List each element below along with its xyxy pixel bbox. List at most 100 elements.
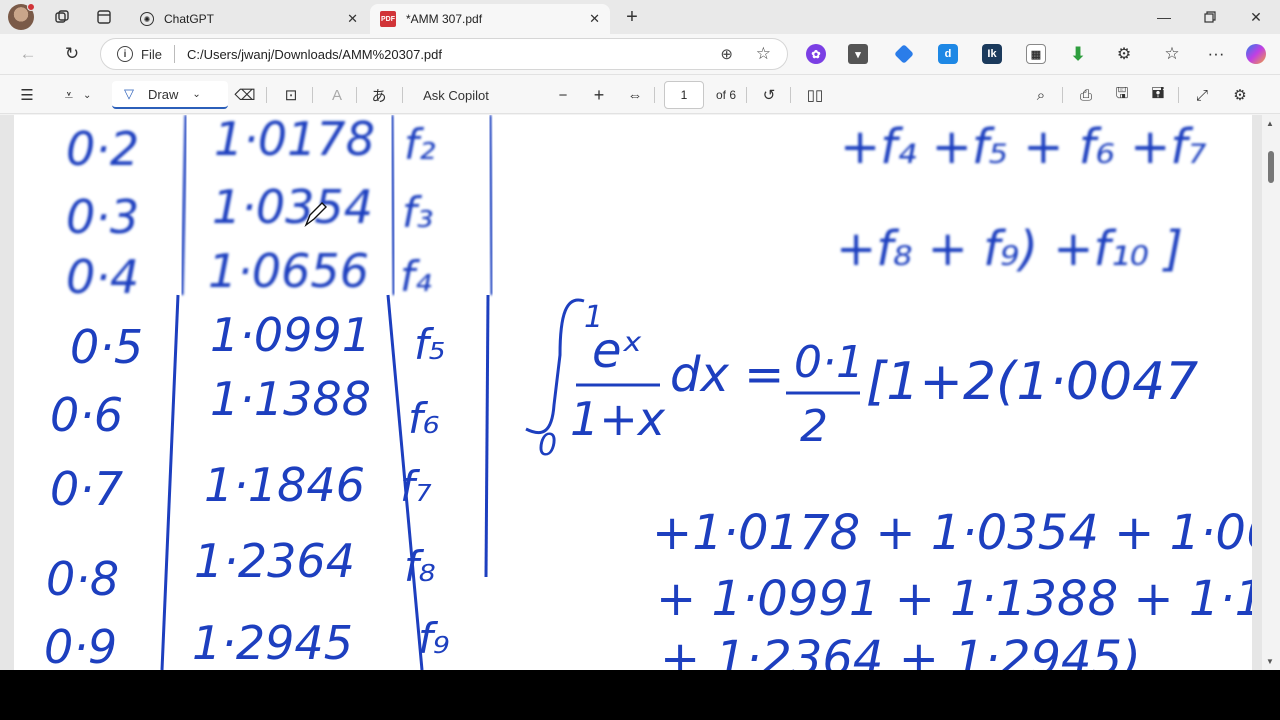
qr-extension-icon[interactable]: ▦ [1026, 44, 1046, 64]
save-icon[interactable]: 🖫 [1110, 83, 1134, 107]
tab-pdf[interactable]: PDF *AMM 307.pdf ✕ [370, 4, 610, 34]
table-line [180, 115, 188, 296]
browser-window: ✺ ChatGPT ✕ PDF *AMM 307.pdf ✕ + — ✕ ← ↻… [0, 0, 1280, 670]
zoom-in-icon[interactable]: + [588, 83, 610, 107]
table-line [390, 115, 396, 296]
scheme-label: File [141, 46, 162, 62]
tab-label: *AMM 307.pdf [406, 12, 483, 26]
formula-continuation: +f₄ +f₅ + f₆ +f₇ [840, 119, 1206, 175]
formula-continuation: +f₈ + f₉) +f₁₀ ] [836, 221, 1183, 277]
divider [1178, 87, 1179, 103]
table-x-value: 0·9 [44, 620, 117, 670]
close-icon[interactable]: ✕ [589, 11, 600, 27]
pen-icon: ▽ [124, 86, 134, 101]
scroll-down-icon[interactable]: ▼ [1266, 657, 1274, 666]
new-tab-button[interactable]: + [618, 5, 646, 29]
fit-width-icon[interactable]: ⇔ [624, 83, 646, 107]
table-line [484, 294, 490, 578]
extensions-icon[interactable]: ⚙ [1110, 42, 1138, 66]
notification-dot [27, 3, 35, 11]
table-x-value: 0·4 [66, 250, 139, 304]
page-view-icon[interactable]: ▯▯ [802, 83, 828, 107]
table-f-label: f₂ [404, 120, 436, 169]
settings-gear-icon[interactable]: ⚙ [1228, 83, 1252, 107]
chevron-down-icon: ⌄ [192, 88, 201, 100]
table-line [160, 294, 180, 670]
pocket-extension-icon[interactable]: ▾ [848, 44, 868, 64]
contents-icon[interactable]: ☰ [14, 83, 40, 107]
table-x-value: 0·3 [66, 190, 139, 244]
url-text[interactable]: C:/Users/jwanj/Downloads/AMM%20307.pdf [187, 47, 442, 62]
profile-avatar[interactable] [8, 3, 35, 30]
chatgpt-favicon-icon: ✺ [140, 12, 154, 26]
zoom-out-icon[interactable]: − [552, 83, 574, 107]
page-number-input[interactable]: 1 [664, 81, 704, 109]
workspaces-icon[interactable] [48, 5, 76, 29]
fraction-denominator: 2 [800, 401, 828, 452]
restore-icon[interactable] [1190, 5, 1230, 29]
download-extension-icon[interactable]: ⬇ [1068, 44, 1088, 64]
close-window-icon[interactable]: ✕ [1236, 5, 1276, 29]
table-f-label: f₈ [404, 542, 436, 591]
divider [402, 87, 403, 103]
diamond-extension-icon[interactable] [894, 44, 914, 64]
search-icon[interactable]: ⌕ [1030, 83, 1052, 107]
refresh-icon[interactable]: ↻ [58, 42, 86, 66]
info-icon[interactable]: i [117, 46, 133, 62]
tab-actions-icon[interactable] [90, 5, 118, 29]
copilot-icon[interactable] [1246, 44, 1266, 64]
draw-button[interactable]: ▽ Draw ⌄ [112, 81, 228, 109]
favorite-star-icon[interactable]: ☆ [756, 44, 771, 64]
navigation-bar: ← ↻ i File C:/Users/jwanj/Downloads/AMM%… [0, 34, 1280, 74]
sum-line: + 1·0991 + 1·1388 + 1·1846 [656, 571, 1252, 627]
read-aloud-icon[interactable]: A [324, 83, 350, 107]
document-viewport[interactable]: 0·2 0·3 0·4 0·5 0·6 0·7 0·8 0·9 1·0178 1… [0, 115, 1262, 670]
pdf-favicon-icon: PDF [380, 11, 396, 27]
tab-chatgpt[interactable]: ✺ ChatGPT ✕ [130, 4, 368, 34]
table-x-value: 0·8 [46, 552, 119, 606]
zoom-icon[interactable]: ⊕ [720, 45, 733, 63]
d-extension-icon[interactable]: d [938, 44, 958, 64]
integral-rhs: dx = [670, 347, 784, 403]
more-menu-icon[interactable]: ··· [1202, 42, 1230, 66]
scroll-up-icon[interactable]: ▲ [1266, 119, 1274, 128]
table-x-value: 0·6 [50, 388, 123, 442]
divider [356, 87, 357, 103]
grammar-extension-icon[interactable]: Ik [982, 44, 1002, 64]
pdf-page[interactable]: 0·2 0·3 0·4 0·5 0·6 0·7 0·8 0·9 1·0178 1… [14, 115, 1262, 670]
print-icon[interactable]: ⎙ [1074, 83, 1098, 107]
table-f-label: f₅ [414, 320, 446, 369]
table-f-label: f₆ [408, 394, 440, 443]
rotate-icon[interactable]: ↺ [758, 83, 780, 107]
ask-copilot-button[interactable]: Ask Copilot [414, 83, 498, 107]
draw-label: Draw [148, 86, 179, 102]
scroll-thumb[interactable] [1268, 151, 1274, 183]
save-as-icon[interactable]: 🖬 [1146, 83, 1170, 107]
table-f-label: f₇ [400, 462, 432, 511]
table-x-value: 0·7 [50, 462, 123, 516]
highlight-icon[interactable]: ⩡ ⌄ [56, 83, 100, 107]
table-y-value: 1·0991 [210, 308, 371, 362]
divider [790, 87, 791, 103]
page-total-label: of 6 [715, 88, 736, 102]
text-box-icon[interactable]: ⊡ [278, 83, 304, 107]
back-arrow-icon[interactable]: ← [14, 42, 42, 66]
table-y-value: 1·0178 [214, 115, 375, 166]
sum-line: + 1·2364 + 1·2945) [660, 631, 1141, 670]
table-f-label: f₄ [400, 252, 432, 301]
table-x-value: 0·5 [70, 320, 143, 374]
copilot-extension-icon[interactable]: ✿ [806, 44, 826, 64]
vertical-scrollbar[interactable]: ▲ ▼ [1262, 115, 1280, 670]
favorites-icon[interactable]: ☆ [1158, 42, 1186, 66]
address-bar[interactable]: i File C:/Users/jwanj/Downloads/AMM%2030… [100, 38, 788, 70]
eraser-icon[interactable]: ⌫ [232, 83, 258, 107]
table-y-value: 1·2364 [194, 534, 355, 588]
bracket-expression: [1+2(1·0047 [866, 352, 1198, 412]
divider [266, 87, 267, 103]
fullscreen-icon[interactable]: ⤢ [1190, 83, 1214, 107]
sum-line: +1·0178 + 1·0354 + 1·0656 [652, 505, 1252, 561]
minimize-icon[interactable]: — [1144, 5, 1184, 29]
close-icon[interactable]: ✕ [347, 11, 358, 27]
handwritten-notes: 0·2 0·3 0·4 0·5 0·6 0·7 0·8 0·9 1·0178 1… [44, 115, 1262, 670]
translate-icon[interactable]: あ [366, 83, 392, 107]
